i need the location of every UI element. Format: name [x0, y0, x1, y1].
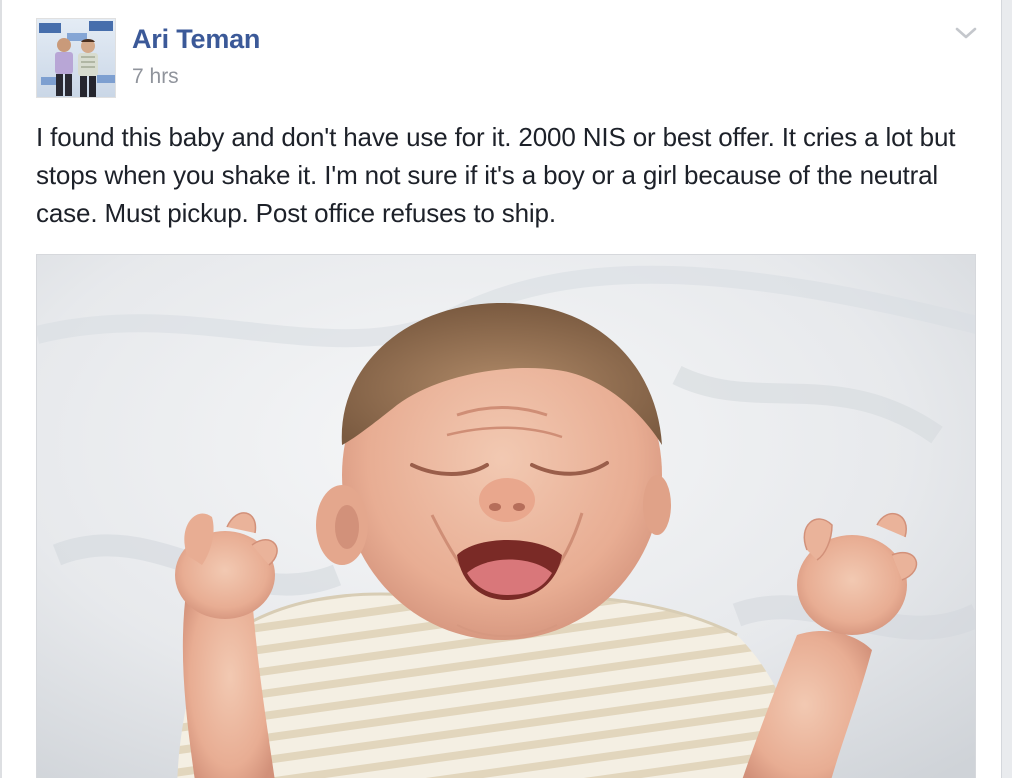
- author-avatar[interactable]: [36, 18, 116, 98]
- post-message: I found this baby and don't have use for…: [36, 122, 956, 228]
- post-photo[interactable]: [36, 254, 976, 778]
- author-name-link[interactable]: Ari Teman: [132, 24, 260, 55]
- post-card: Ari Teman 7 hrs I found this baby and do…: [0, 0, 1012, 778]
- card-left-border: [0, 0, 2, 778]
- page-scroll-edge: [1001, 0, 1012, 778]
- post-timestamp[interactable]: 7 hrs: [132, 65, 179, 89]
- profile-photo-image: [37, 19, 115, 97]
- chevron-down-icon[interactable]: [952, 22, 980, 44]
- crying-baby-photo: [37, 255, 975, 778]
